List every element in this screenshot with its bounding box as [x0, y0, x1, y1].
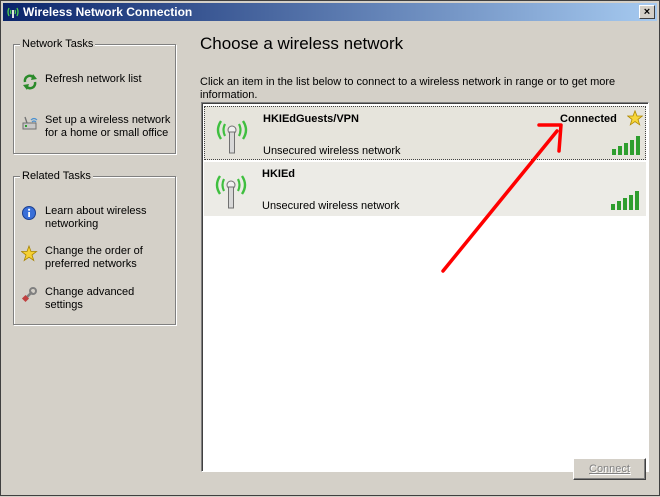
preferred-network-star-icon — [627, 110, 643, 126]
setup-wireless-network-task[interactable]: Set up a wireless network for a home or … — [21, 114, 171, 140]
info-icon — [22, 206, 36, 220]
change-advanced-settings-task[interactable]: Change advanced settings — [21, 286, 171, 312]
client-area: Network Tasks Refresh network list Set u… — [3, 22, 657, 493]
title-bar[interactable]: Wireless Network Connection × — [3, 3, 657, 21]
change-preferred-order-task[interactable]: Change the order of preferred networks — [21, 245, 171, 271]
wireless-app-icon — [7, 7, 19, 18]
related-tasks-box: Related Tasks Learn about wireless netwo… — [13, 170, 176, 325]
wireless-antenna-icon — [215, 175, 247, 209]
page-title: Choose a wireless network — [200, 34, 404, 53]
refresh-network-list-task[interactable]: Refresh network list — [21, 73, 171, 91]
network-ssid: HKIEdGuests/VPN — [263, 113, 359, 125]
setup-wireless-network-label: Set up a wireless network for a home or … — [45, 114, 171, 139]
main-panel: Choose a wireless network Click an item … — [190, 22, 657, 493]
wrench-icon — [21, 287, 37, 303]
learn-wireless-networking-label: Learn about wireless networking — [45, 205, 147, 230]
network-tasks-title: Network Tasks — [20, 38, 96, 50]
network-tasks-box: Network Tasks Refresh network list Set u… — [13, 38, 176, 154]
change-advanced-settings-label: Change advanced settings — [45, 286, 135, 311]
network-security: Unsecured wireless network — [262, 200, 400, 212]
wireless-network-window: Wireless Network Connection × Network Ta… — [0, 0, 660, 496]
change-preferred-order-label: Change the order of preferred networks — [45, 245, 143, 270]
connection-status: Connected — [560, 113, 617, 125]
close-button[interactable]: × — [639, 5, 655, 19]
window-title: Wireless Network Connection — [23, 5, 193, 19]
star-icon — [21, 245, 38, 262]
setup-wireless-icon — [22, 116, 38, 130]
signal-strength-icon — [611, 191, 639, 210]
signal-strength-icon — [612, 136, 640, 155]
wireless-antenna-icon — [216, 120, 248, 154]
close-icon: × — [643, 6, 651, 18]
learn-wireless-networking-task[interactable]: Learn about wireless networking — [21, 205, 171, 231]
related-tasks-title: Related Tasks — [20, 170, 93, 182]
network-item-hkied[interactable]: HKIEd Unsecured wireless network — [204, 162, 646, 216]
sidebar: Network Tasks Refresh network list Set u… — [3, 22, 189, 493]
network-security: Unsecured wireless network — [263, 145, 401, 157]
instructions-text: Click an item in the list below to conne… — [200, 76, 616, 101]
network-item-hkiedguests-vpn[interactable]: HKIEdGuests/VPN Unsecured wireless netwo… — [204, 106, 646, 160]
connect-button[interactable]: Connect — [573, 458, 646, 480]
wireless-network-list[interactable]: HKIEdGuests/VPN Unsecured wireless netwo… — [201, 102, 649, 472]
refresh-network-list-label: Refresh network list — [45, 73, 142, 85]
network-ssid: HKIEd — [262, 168, 295, 180]
refresh-icon — [23, 74, 37, 90]
